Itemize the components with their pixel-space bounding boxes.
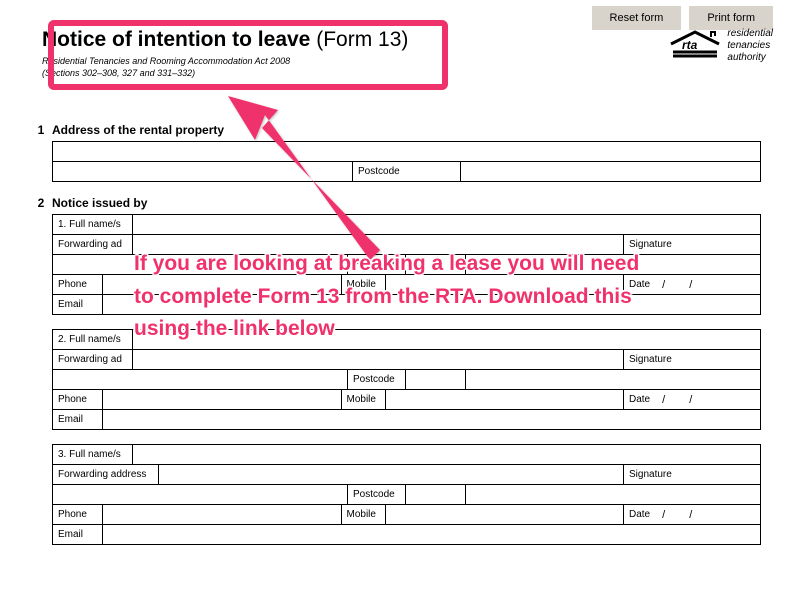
fullname-3-input[interactable] — [133, 445, 760, 464]
address-postcode-input[interactable] — [461, 162, 760, 181]
section-1-number: 1 — [30, 123, 52, 137]
phone-3-input[interactable] — [103, 505, 341, 524]
mobile-3-input[interactable] — [386, 505, 624, 524]
annotation-highlight-box — [48, 20, 448, 90]
address-block: Postcode — [52, 141, 761, 182]
section-2-number: 2 — [30, 196, 52, 210]
postcode-label: Postcode — [358, 166, 400, 177]
fullname-2-label: 2. Full name/s — [58, 334, 121, 345]
phone-2-label: Phone — [58, 394, 87, 405]
fwd-1-label: Forwarding ad — [58, 239, 122, 250]
section-1-label: Address of the rental property — [52, 123, 224, 137]
email-2-input[interactable] — [103, 410, 760, 429]
postcode-3-label: Postcode — [353, 489, 395, 500]
fwd-1-line1-input[interactable] — [133, 235, 623, 254]
section-2-label: Notice issued by — [52, 196, 147, 210]
signature-1-label: Signature — [629, 239, 672, 250]
signature-1-input[interactable] — [466, 255, 760, 274]
phone-1-input[interactable] — [103, 275, 341, 294]
fwd-2-line2-input[interactable] — [53, 370, 347, 389]
email-3-input[interactable] — [103, 525, 760, 544]
issuer-3-block: 3. Full name/s Forwarding address Signat… — [52, 444, 761, 545]
address-line-2-input[interactable] — [53, 162, 352, 181]
postcode-2-label: Postcode — [353, 374, 395, 385]
fwd-3-label: Forwarding address — [58, 469, 146, 480]
fwd-3-line2-input[interactable] — [53, 485, 347, 504]
email-1-label: Email — [58, 299, 83, 310]
phone-3-label: Phone — [58, 509, 87, 520]
mobile-1-input[interactable] — [386, 275, 624, 294]
postcode-3-input[interactable] — [406, 485, 465, 504]
date-1-label: Date — [629, 279, 650, 290]
mobile-1-label: Mobile — [347, 279, 376, 290]
email-3-label: Email — [58, 529, 83, 540]
mobile-2-input[interactable] — [386, 390, 624, 409]
phone-1-label: Phone — [58, 279, 87, 290]
fullname-1-input[interactable] — [133, 215, 760, 234]
phone-2-input[interactable] — [103, 390, 341, 409]
postcode-1-input[interactable] — [406, 255, 465, 274]
signature-3-input[interactable] — [466, 485, 760, 504]
postcode-2-input[interactable] — [406, 370, 465, 389]
signature-2-label: Signature — [629, 354, 672, 365]
address-line-1-input[interactable] — [53, 142, 760, 161]
fwd-2-line1-input[interactable] — [133, 350, 623, 369]
fullname-2-input[interactable] — [133, 330, 760, 349]
fwd-1-line2-input[interactable] — [53, 255, 347, 274]
issuer-1-block: 1. Full name/s Forwarding ad Signature P… — [52, 214, 761, 315]
mobile-3-label: Mobile — [347, 509, 376, 520]
fwd-2-label: Forwarding ad — [58, 354, 122, 365]
email-1-input[interactable] — [103, 295, 760, 314]
mobile-2-label: Mobile — [347, 394, 376, 405]
date-3-label: Date — [629, 509, 650, 520]
fullname-1-label: 1. Full name/s — [58, 219, 121, 230]
signature-2-input[interactable] — [466, 370, 760, 389]
email-2-label: Email — [58, 414, 83, 425]
signature-3-label: Signature — [629, 469, 672, 480]
fullname-3-label: 3. Full name/s — [58, 449, 121, 460]
issuer-2-block: 2. Full name/s Forwarding ad Signature P… — [52, 329, 761, 430]
fwd-3-line1-input[interactable] — [159, 465, 623, 484]
postcode-1-label: Postcode — [353, 259, 395, 270]
date-2-label: Date — [629, 394, 650, 405]
